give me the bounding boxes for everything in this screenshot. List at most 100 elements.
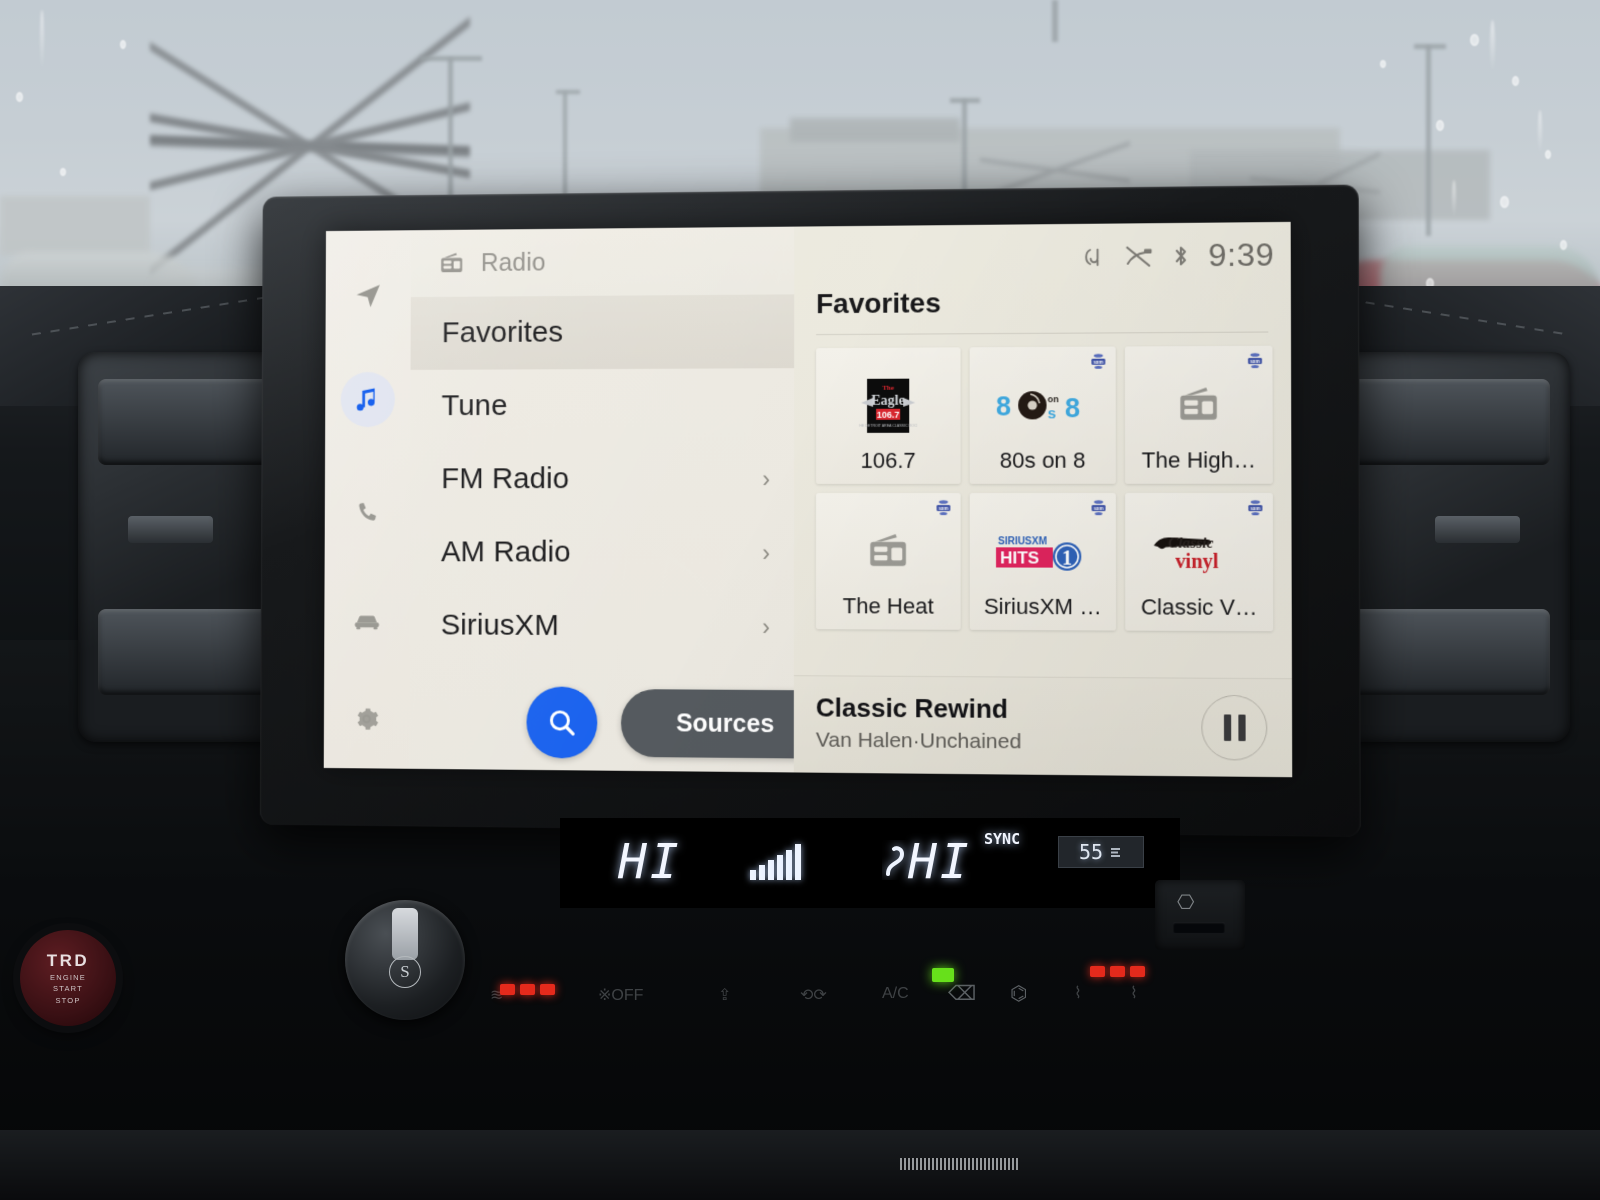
sxm-badge-icon: sxm xyxy=(1248,500,1263,516)
menu-item-siriusxm[interactable]: SiriusXM › xyxy=(410,589,794,664)
rail-item-vehicle[interactable] xyxy=(336,591,398,654)
search-button[interactable] xyxy=(526,686,598,759)
classic-vinyl-logo: Classic vinyl xyxy=(1153,535,1219,574)
favorite-tile[interactable]: sxm The High… xyxy=(1124,345,1273,484)
generic-radio-icon xyxy=(870,534,906,567)
seat-heater-right-icon[interactable]: ⌇ xyxy=(1130,983,1138,1003)
favorite-tile[interactable]: The Eagle 106.7 THE DETROIT AREA CLASSIC… xyxy=(815,347,961,484)
usb-slot[interactable] xyxy=(1173,922,1225,933)
menu-item-tune[interactable]: Tune xyxy=(410,368,794,443)
trd-brand-label: TRD xyxy=(46,950,90,970)
chevron-right-icon: › xyxy=(762,539,771,566)
seat-heater-left-icon[interactable]: ⌇ xyxy=(1074,983,1082,1003)
infotainment-screen[interactable]: Radio Favorites Tune FM Radio › AM Radio xyxy=(323,221,1293,778)
voice-muted-icon xyxy=(1124,243,1153,269)
svg-text:sxm: sxm xyxy=(1094,507,1104,512)
driver-temp-value: HI xyxy=(618,834,682,890)
auto-off-icon[interactable]: ※OFF xyxy=(598,985,643,1005)
status-clock: 9:39 xyxy=(1208,236,1275,274)
svg-text:sxm: sxm xyxy=(939,507,949,512)
station-artwork xyxy=(816,519,961,584)
search-icon xyxy=(545,705,579,739)
menu-item-am-radio[interactable]: AM Radio › xyxy=(410,516,794,590)
pause-button[interactable] xyxy=(1201,694,1268,761)
mode-icon[interactable]: ⇪ xyxy=(718,985,731,1005)
station-artwork: SIRIUSXM HITS 1 xyxy=(970,519,1116,584)
climate-display: HI HI SYNC 55 xyxy=(560,818,1180,908)
knob-brand-mark: S xyxy=(389,956,421,988)
svg-text:vinyl: vinyl xyxy=(1175,551,1219,574)
engine-label-line2: START xyxy=(53,984,83,994)
barcode-strip xyxy=(900,1158,1020,1170)
80s-on-8-logo: 8 on s 8 xyxy=(996,387,1080,423)
rail-item-phone[interactable] xyxy=(336,482,398,545)
engine-label-line3: STOP xyxy=(55,995,81,1005)
menu-header: Radio xyxy=(410,226,795,298)
outside-temp-readout: 55 xyxy=(1058,836,1144,868)
engine-start-stop-button[interactable]: TRD ENGINE START STOP xyxy=(20,930,116,1026)
status-led-red xyxy=(1090,966,1105,977)
gear-icon xyxy=(357,708,379,730)
station-label: 106.7 xyxy=(860,447,916,473)
sources-button-label: Sources xyxy=(676,708,775,738)
sxm-badge-icon: sxm xyxy=(1091,500,1106,516)
station-label: The High… xyxy=(1141,447,1256,473)
ac-icon[interactable]: A/C xyxy=(882,985,909,1003)
radio-menu-column: Radio Favorites Tune FM Radio › AM Radio xyxy=(409,226,830,773)
favorites-pane: 9:39 Favorites The Eagle 106.7 THE DETRO… xyxy=(793,221,1293,778)
rail-item-media[interactable] xyxy=(337,368,399,431)
now-playing-title: Classic Rewind xyxy=(815,692,1009,724)
recirculate-icon[interactable]: ⟲⟳ xyxy=(800,985,827,1005)
station-artwork: 8 on s 8 xyxy=(970,373,1116,438)
usb-icon: ⎔ xyxy=(1177,892,1195,914)
rail-item-navigation[interactable] xyxy=(337,264,399,327)
usb-panel[interactable]: ⎔ xyxy=(1155,880,1245,950)
car-icon xyxy=(354,615,380,630)
fan-speed-indicator xyxy=(750,840,801,880)
vehicle-interior-photo: Radio Favorites Tune FM Radio › AM Radio xyxy=(0,0,1600,1200)
menu-item-fm-radio[interactable]: FM Radio › xyxy=(410,442,794,516)
sxm-badge-icon: sxm xyxy=(1091,353,1106,369)
svg-text:Eagle: Eagle xyxy=(871,393,905,408)
siriusxm-hits-1-logo: SIRIUSXM HITS 1 xyxy=(996,536,1092,573)
volume-knob[interactable]: S xyxy=(345,900,465,1020)
menu-item-label: AM Radio xyxy=(440,535,571,569)
qi-wireless-charging-icon xyxy=(1084,243,1106,269)
menu-item-label: Tune xyxy=(441,389,508,423)
now-playing-subtitle: Van Halen·Unchained xyxy=(815,728,1022,754)
now-playing-bar[interactable]: Classic Rewind Van Halen·Unchained xyxy=(793,675,1293,778)
bluetooth-icon xyxy=(1171,243,1189,269)
generic-radio-icon xyxy=(1180,387,1217,420)
navigation-arrow-icon xyxy=(356,284,380,308)
svg-text:sxm: sxm xyxy=(1250,360,1260,365)
station-label: The Heat xyxy=(842,593,934,619)
svg-text:SIRIUSXM: SIRIUSXM xyxy=(998,536,1047,547)
rail-item-settings[interactable] xyxy=(335,687,397,751)
temp-unit-icon xyxy=(1111,848,1121,857)
phone-icon xyxy=(359,502,376,521)
favorite-tile[interactable]: sxm SIRIUSXM HITS 1 SiriusXM … xyxy=(969,492,1117,631)
favorite-tile[interactable]: sxm Classic vinyl Classic V… xyxy=(1125,492,1274,632)
station-artwork: Classic vinyl xyxy=(1125,519,1273,584)
status-led-red xyxy=(1130,966,1145,977)
menu-item-label: SiriusXM xyxy=(440,608,560,642)
svg-text:8: 8 xyxy=(996,391,1011,422)
windshield-defrost-icon[interactable]: ⌬ xyxy=(1010,981,1027,1006)
station-label: 80s on 8 xyxy=(999,447,1086,473)
station-artwork xyxy=(1125,372,1273,437)
favorite-tile[interactable]: sxm 8 on s 8 80s on 8 xyxy=(969,346,1116,484)
radio-icon xyxy=(441,253,463,273)
rear-defrost-icon[interactable]: ⌫ xyxy=(948,981,976,1006)
favorite-tile[interactable]: sxm The Heat xyxy=(815,492,961,630)
status-led-green xyxy=(932,968,954,982)
station-label: Classic V… xyxy=(1140,594,1258,620)
svg-text:sxm: sxm xyxy=(1093,360,1103,365)
svg-text:Classic: Classic xyxy=(1168,535,1214,551)
svg-text:The: The xyxy=(882,385,894,392)
radio-menu-list: Favorites Tune FM Radio › AM Radio › Sir… xyxy=(410,294,795,664)
status-led-red xyxy=(520,984,535,995)
menu-item-favorites[interactable]: Favorites xyxy=(410,294,795,370)
pause-icon xyxy=(1223,714,1246,742)
svg-text:on: on xyxy=(1048,394,1059,404)
menu-item-label: Favorites xyxy=(441,315,564,350)
